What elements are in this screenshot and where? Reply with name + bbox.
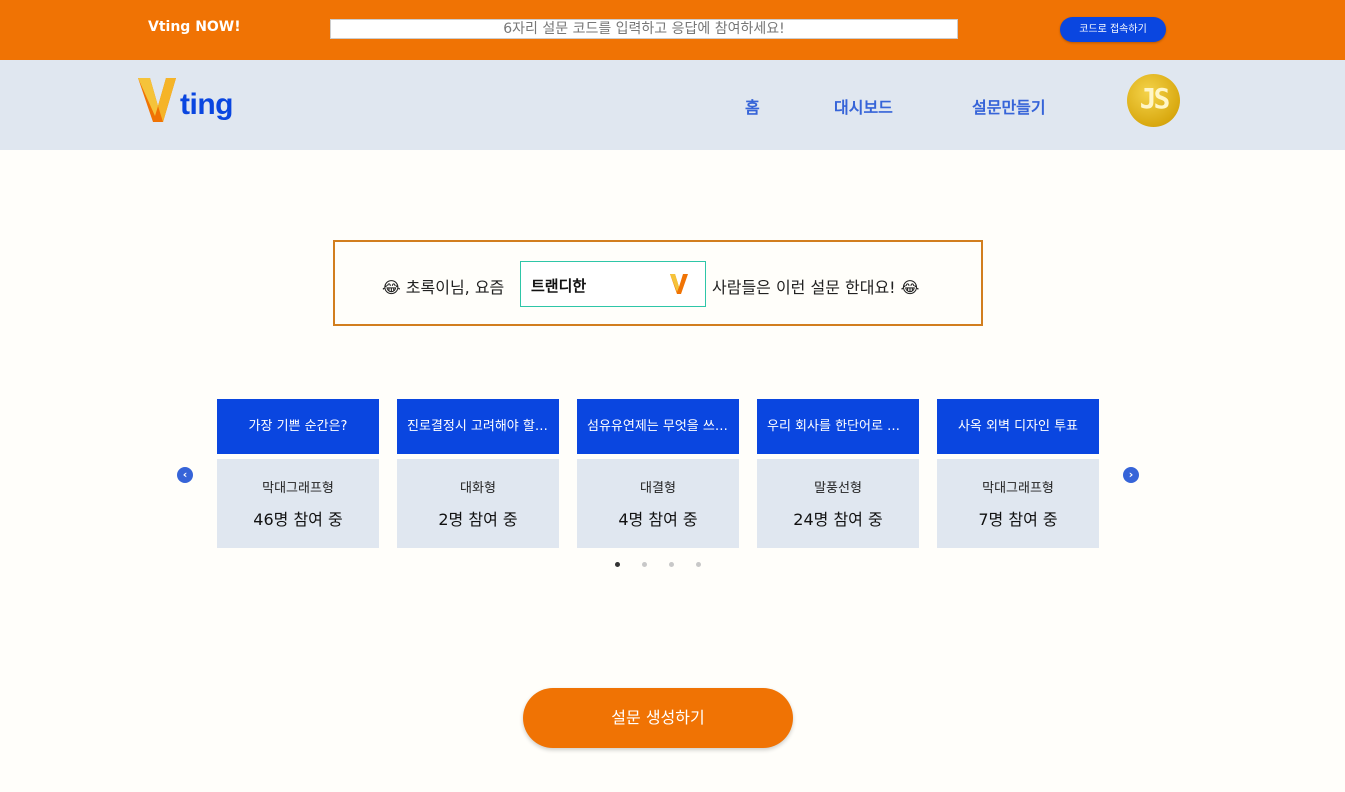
carousel-next-icon[interactable]: › (1123, 467, 1139, 483)
survey-code-input[interactable] (330, 19, 958, 39)
survey-card-type: 대결형 (640, 481, 676, 496)
pagination-dot[interactable] (615, 562, 620, 567)
survey-card-body: 대결형 4명 참여 중 (577, 459, 739, 548)
survey-card-type: 막대그래프형 (982, 481, 1054, 496)
survey-card-count: 2명 참여 중 (438, 510, 518, 529)
survey-card-count: 4명 참여 중 (618, 510, 698, 529)
survey-card-title: 가장 기쁜 순간은? (217, 399, 379, 454)
trend-dropdown[interactable]: 트랜디한 (520, 261, 706, 307)
survey-card[interactable]: 진로결정시 고려해야 할 것은? 대화형 2명 참여 중 (397, 399, 559, 548)
survey-card-title: 사옥 외벽 디자인 투표 (937, 399, 1099, 454)
trend-selected-value: 트랜디한 (531, 277, 587, 295)
survey-card-type: 말풍선형 (814, 481, 862, 496)
survey-card-title: 진로결정시 고려해야 할 것은? (397, 399, 559, 454)
nav-dashboard[interactable]: 대시보드 (834, 94, 893, 118)
nav-create-survey[interactable]: 설문만들기 (972, 94, 1046, 118)
carousel-pagination (612, 562, 712, 570)
user-avatar[interactable]: JS (1127, 74, 1180, 127)
avatar-initials: JS (1139, 82, 1171, 115)
top-bar: Vting NOW! 코드로 접속하기 (0, 0, 1345, 60)
create-survey-button[interactable]: 설문 생성하기 (523, 688, 793, 748)
survey-card[interactable]: 가장 기쁜 순간은? 막대그래프형 46명 참여 중 (217, 399, 379, 548)
survey-card[interactable]: 섬유유연제는 무엇을 쓰나요? 대결형 4명 참여 중 (577, 399, 739, 548)
survey-card-title: 섬유유연제는 무엇을 쓰나요? (577, 399, 739, 454)
survey-card-count: 7명 참여 중 (978, 510, 1058, 529)
pagination-dot[interactable] (642, 562, 647, 567)
trend-banner: 😂 초록이님, 요즘 트랜디한 사람들은 이런 설문 한대요! 😂 (333, 240, 983, 326)
trend-suffix-text: 사람들은 이런 설문 한대요! 😂 (712, 278, 920, 297)
survey-card-body: 말풍선형 24명 참여 중 (757, 459, 919, 548)
survey-card-type: 대화형 (460, 481, 496, 496)
nav-home[interactable]: 홈 (745, 94, 760, 118)
pagination-dot[interactable] (669, 562, 674, 567)
connect-by-code-button[interactable]: 코드로 접속하기 (1060, 17, 1166, 42)
logo-text: ting (180, 88, 233, 121)
survey-card[interactable]: 우리 회사를 한단어로 표현한다면? 말풍선형 24명 참여 중 (757, 399, 919, 548)
survey-card-type: 막대그래프형 (262, 481, 334, 496)
survey-card-body: 대화형 2명 참여 중 (397, 459, 559, 548)
v-dropdown-icon (670, 274, 688, 294)
trend-prefix-text: 😂 초록이님, 요즘 (382, 278, 505, 297)
survey-card[interactable]: 사옥 외벽 디자인 투표 막대그래프형 7명 참여 중 (937, 399, 1099, 548)
survey-card-count: 46명 참여 중 (253, 510, 343, 529)
vting-logo[interactable]: ting (136, 74, 246, 134)
survey-card-count: 24명 참여 중 (793, 510, 883, 529)
survey-card-title: 우리 회사를 한단어로 표현한다면? (757, 399, 919, 454)
v-logo-icon (138, 78, 176, 122)
carousel-prev-icon[interactable]: ‹ (177, 467, 193, 483)
survey-card-body: 막대그래프형 46명 참여 중 (217, 459, 379, 548)
pagination-dot[interactable] (696, 562, 701, 567)
survey-card-body: 막대그래프형 7명 참여 중 (937, 459, 1099, 548)
navbar: ting 홈 대시보드 설문만들기 JS (0, 60, 1345, 150)
vting-now-label: Vting NOW! (148, 19, 241, 35)
